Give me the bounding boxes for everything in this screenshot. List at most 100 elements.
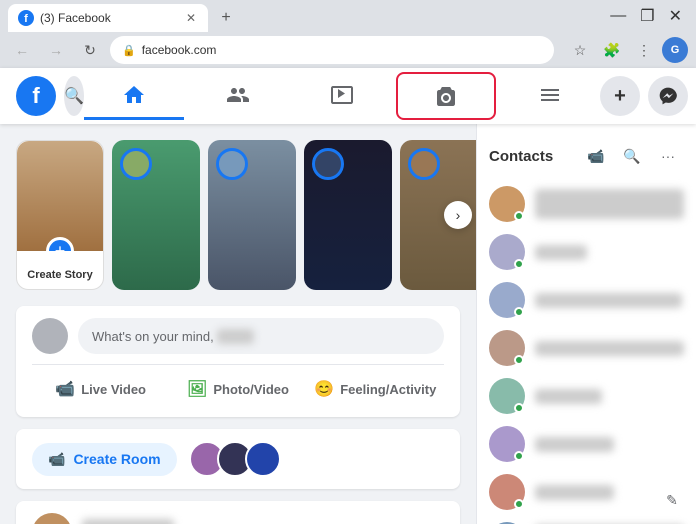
contact-name-5: Ten Castillo — [535, 389, 602, 404]
stories-next-button[interactable]: › — [444, 201, 472, 229]
new-room-icon: ✎ — [666, 492, 678, 509]
minimize-button[interactable]: — — [604, 5, 632, 27]
post-placeholder: What's on your mind, Kaye? — [92, 329, 254, 344]
contact-name-7: Clude Beltran — [535, 485, 614, 500]
browser-toolbar-right: ☆ 🧩 ⋮ G — [566, 36, 688, 64]
story-avatar-img — [17, 141, 103, 251]
create-room-button[interactable]: 📹 Create Room — [32, 443, 177, 476]
story-avatar-2 — [216, 148, 248, 180]
story-card-3[interactable] — [304, 140, 392, 290]
contact-item[interactable]: Nessa Bagnya Dela Rosa — [477, 324, 696, 372]
room-avatars — [189, 441, 281, 477]
post-user-avatar — [32, 513, 72, 524]
fb-navbar: f 🔍 + — [0, 68, 696, 124]
post-card: ██████████ ██████████ 19m 😊 ··· W F L ??… — [16, 501, 460, 524]
nav-marketplace-button[interactable] — [396, 72, 496, 120]
sidebar-header-actions: 📹 🔍 ··· — [580, 140, 684, 172]
story-card-2[interactable] — [208, 140, 296, 290]
new-room-button[interactable]: ✎ — [656, 484, 688, 516]
forward-button[interactable]: → — [42, 36, 70, 64]
feeling-activity-button[interactable]: 😊 Feeling/Activity — [307, 373, 444, 405]
sidebar-video-button[interactable]: 📹 — [580, 140, 612, 172]
reload-button[interactable]: ↻ — [76, 36, 104, 64]
contact-name-3: Rhonda Bernales Castillo — [535, 293, 682, 308]
contact-item[interactable]: Rhonda Bernales Castillo — [477, 276, 696, 324]
create-story-card[interactable]: + Create Story — [16, 140, 104, 290]
facebook-app: f 🔍 + — [0, 68, 696, 524]
restore-button[interactable]: ❐ — [634, 4, 660, 28]
tab-title: (3) Facebook — [40, 11, 176, 25]
fb-feed: + Create Story — [0, 124, 476, 524]
tab-close-button[interactable]: ✕ — [182, 9, 200, 27]
room-avatar-3 — [245, 441, 281, 477]
lock-icon: 🔒 — [122, 44, 136, 57]
active-tab[interactable]: f (3) Facebook ✕ — [8, 4, 208, 32]
browser-titlebar: f (3) Facebook ✕ + — ❐ ✕ — [0, 0, 696, 32]
feeling-activity-icon: 😊 — [314, 379, 334, 399]
plus-icon: + — [614, 85, 626, 108]
contact-avatar-1 — [489, 186, 525, 222]
fb-nav-right: + 3 — [600, 76, 696, 116]
new-tab-button[interactable]: + — [212, 4, 240, 32]
story-avatar-wrap: + — [17, 141, 103, 251]
contact-avatar-5 — [489, 378, 525, 414]
photo-video-button[interactable]: 🖼 Photo/Video — [169, 373, 306, 405]
bookmark-button[interactable]: ☆ — [566, 36, 594, 64]
add-button[interactable]: + — [600, 76, 640, 116]
contact-item[interactable]: Ian Rey Salinger Garapan — [477, 180, 696, 228]
photo-video-icon: 🖼 — [187, 379, 207, 399]
contact-avatar-3 — [489, 282, 525, 318]
live-video-button[interactable]: 📹 Live Video — [32, 373, 169, 405]
back-button[interactable]: ← — [8, 36, 36, 64]
contacts-title: Contacts — [489, 148, 580, 165]
sidebar-contacts-header: Contacts 📹 🔍 ··· — [477, 132, 696, 180]
post-actions: 📹 Live Video 🖼 Photo/Video 😊 Feeling/Act… — [32, 364, 444, 405]
feeling-activity-label: Feeling/Activity — [340, 382, 436, 397]
fb-search-button[interactable]: 🔍 — [64, 76, 84, 116]
contact-item[interactable]: Ten Castillo — [477, 372, 696, 420]
sidebar-search-icon: 🔍 — [623, 148, 640, 165]
sidebar-search-button[interactable]: 🔍 — [616, 140, 648, 172]
photo-video-label: Photo/Video — [213, 382, 289, 397]
close-button[interactable]: ✕ — [663, 4, 688, 28]
post-header: ██████████ ██████████ 19m 😊 ··· — [32, 513, 444, 524]
contact-item[interactable]: Alan Camparmentan Garrido — [477, 516, 696, 524]
fb-sidebar: Contacts 📹 🔍 ··· Ian Rey Salinger Garapa… — [476, 124, 696, 524]
post-input-field[interactable]: What's on your mind, Kaye? — [78, 318, 444, 354]
contact-item[interactable]: Ben Nillo — [477, 228, 696, 276]
post-user-name: ██████████ — [82, 519, 416, 524]
nav-home-button[interactable] — [84, 72, 184, 120]
extensions-button[interactable]: 🧩 — [598, 36, 626, 64]
nav-menu-button[interactable] — [500, 72, 600, 120]
nav-watch-button[interactable] — [292, 72, 392, 120]
search-icon: 🔍 — [64, 86, 84, 106]
room-video-icon: 📹 — [48, 451, 65, 468]
fb-nav-center — [84, 72, 600, 120]
stories-row: + Create Story — [16, 140, 460, 290]
contact-avatar-2 — [489, 234, 525, 270]
svg-text:f: f — [24, 13, 28, 25]
post-box: What's on your mind, Kaye? 📹 Live Video … — [16, 306, 460, 417]
contact-avatar-6 — [489, 426, 525, 462]
nav-friends-button[interactable] — [188, 72, 288, 120]
messenger-button[interactable] — [648, 76, 688, 116]
post-user-avatar — [32, 318, 68, 354]
sidebar-more-button[interactable]: ··· — [652, 140, 684, 172]
contact-avatar-4 — [489, 330, 525, 366]
story-avatar-1 — [120, 148, 152, 180]
sidebar-video-icon: 📹 — [587, 148, 604, 165]
story-avatar-4 — [408, 148, 440, 180]
fb-logo[interactable]: f — [16, 76, 56, 116]
contact-name-1: Ian Rey Salinger Garapan — [535, 189, 684, 219]
contact-item[interactable]: Maria Castillo — [477, 420, 696, 468]
window-controls: — ❐ ✕ — [596, 4, 696, 28]
post-username-blurred: Kaye? — [217, 329, 254, 344]
browser-menu-button[interactable]: ⋮ — [630, 36, 658, 64]
story-card-1[interactable] — [112, 140, 200, 290]
contact-name-2: Ben Nillo — [535, 245, 587, 260]
url-input[interactable]: 🔒 facebook.com — [110, 36, 554, 64]
browser-profile[interactable]: G — [662, 37, 688, 63]
post-user-info: ██████████ ██████████ 19m 😊 — [82, 519, 416, 524]
live-video-icon: 📹 — [55, 379, 75, 399]
room-row: 📹 Create Room — [16, 429, 460, 489]
